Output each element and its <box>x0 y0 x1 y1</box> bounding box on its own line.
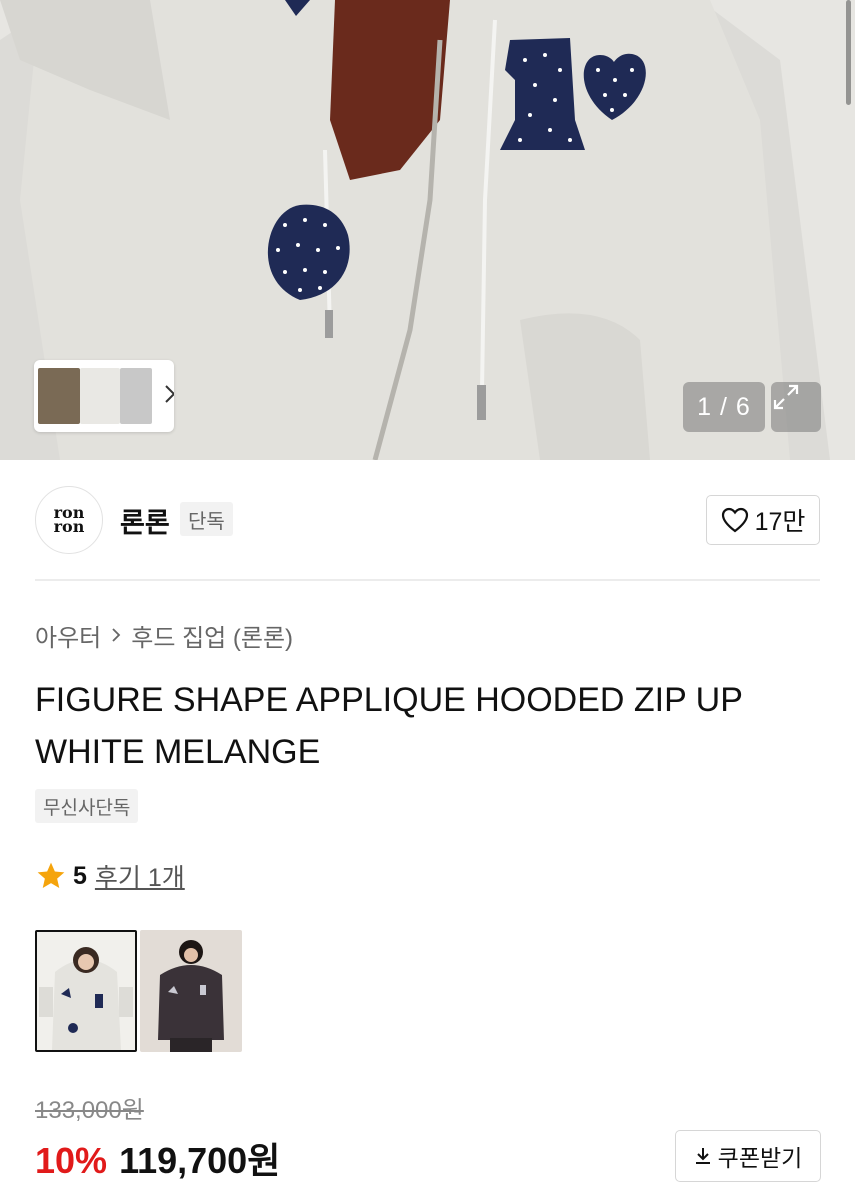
breadcrumb-item-subcategory[interactable]: 후드 집업 (론론) <box>131 618 293 653</box>
heart-icon <box>721 507 748 533</box>
scroll-indicator <box>846 0 851 105</box>
product-title: FIGURE SHAPE APPLIQUE HOODED ZIP UP WHIT… <box>35 681 743 771</box>
divider <box>35 579 820 581</box>
sale-price-row: 10% 119,700원 <box>35 1132 280 1184</box>
rating: 5 후기 1개 <box>35 858 185 894</box>
download-icon <box>695 1148 710 1164</box>
brand-logo[interactable]: ron ron <box>35 486 103 554</box>
color-option-charcoal[interactable] <box>140 930 242 1052</box>
original-price: 133,000원 <box>35 1097 144 1124</box>
color-option-white-melange[interactable] <box>35 930 137 1052</box>
product-main-image[interactable]: 1 / 6 <box>0 0 855 460</box>
breadcrumb-item-category[interactable]: 아우터 <box>35 618 101 653</box>
coupon-label: 쿠폰받기 <box>717 1145 803 1171</box>
expand-icon <box>773 384 799 410</box>
brand-name[interactable]: 론론 <box>120 501 170 540</box>
color-option-image <box>140 930 242 1052</box>
like-count: 17만 <box>754 508 806 536</box>
brand-logo-text-bottom: ron <box>53 517 85 536</box>
image-counter: 1 / 6 <box>683 382 765 432</box>
exclusive-tag: 무신사단독 <box>35 789 139 823</box>
thumbnail-2[interactable] <box>80 368 120 424</box>
chevron-right-icon <box>111 623 121 649</box>
like-button[interactable]: 17만 <box>706 495 820 545</box>
color-option-image <box>37 932 135 1050</box>
sale-price: 119,700원 <box>119 1140 281 1181</box>
breadcrumb: 아우터 후드 집업 (론론) <box>35 618 293 653</box>
review-count-link[interactable]: 후기 1개 <box>95 858 185 894</box>
rating-score: 5 <box>73 861 87 890</box>
discount-rate: 10% <box>35 1140 108 1181</box>
thumbnail-1[interactable] <box>38 368 80 424</box>
thumbnail-3[interactable] <box>120 368 152 424</box>
image-thumbnails[interactable] <box>34 360 174 432</box>
star-icon <box>37 862 65 888</box>
exclusive-badge: 단독 <box>180 502 233 536</box>
coupon-button[interactable]: 쿠폰받기 <box>675 1130 821 1182</box>
expand-button[interactable] <box>771 382 821 432</box>
